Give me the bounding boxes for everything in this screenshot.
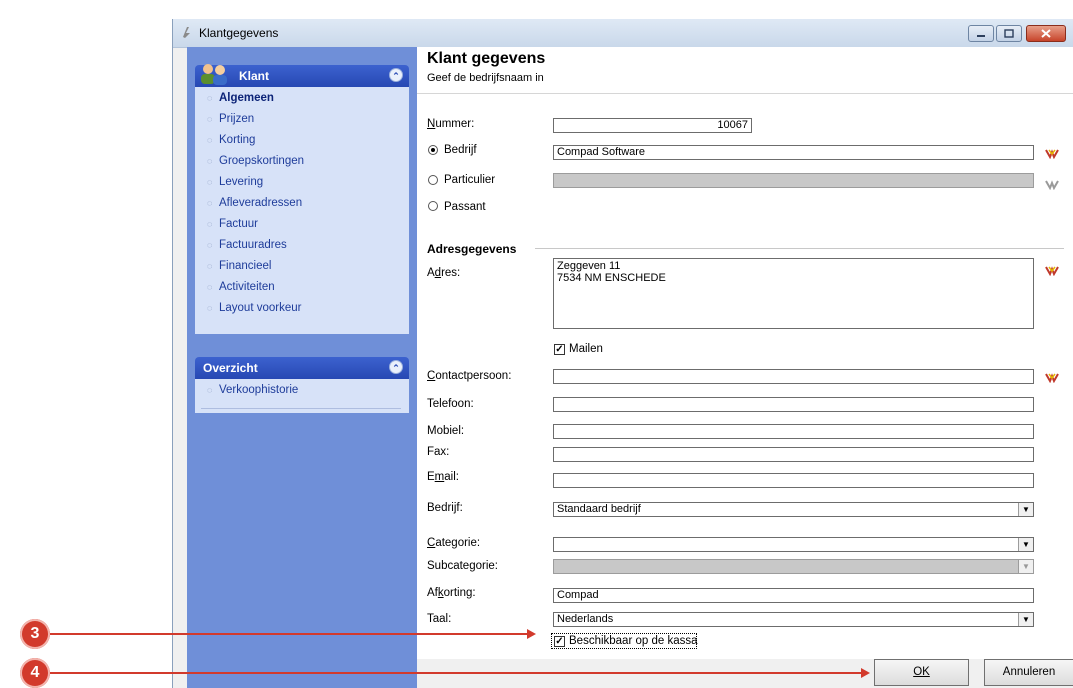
step-3-callout: 3: [20, 619, 50, 649]
arrow-3-head: [527, 629, 536, 639]
annotation-arrows: [44, 629, 870, 678]
step-4-callout: 4: [20, 658, 50, 688]
arrow-4-head: [861, 668, 870, 678]
